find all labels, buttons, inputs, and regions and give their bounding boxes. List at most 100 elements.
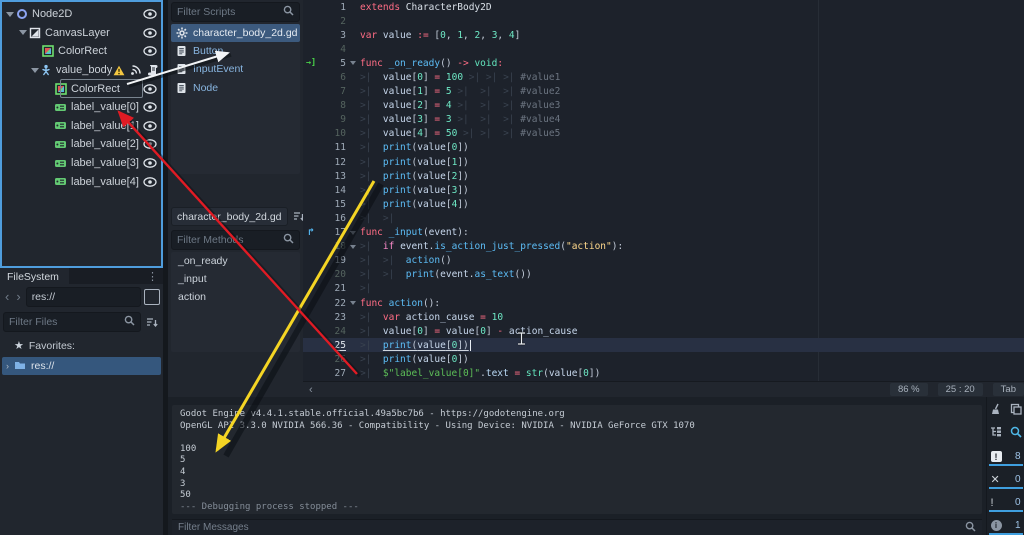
visibility-toggle[interactable] [141,9,159,20]
fold-arrow-icon[interactable] [346,301,360,306]
line-number[interactable]: 22 [319,298,346,309]
line-number[interactable]: 12 [319,157,346,168]
line-number[interactable]: 25 [319,340,346,351]
filesystem-root-item[interactable]: › res:// [2,357,161,375]
line-number[interactable]: 9 [319,114,346,125]
line-number[interactable]: 26 [319,354,346,365]
scene-node-value-body[interactable]: value_body [2,61,161,80]
search-output-icon[interactable] [1010,426,1022,441]
path-input[interactable]: res:// [25,287,141,307]
line-number[interactable]: 13 [319,171,346,182]
fold-arrow-icon[interactable] [346,230,360,235]
tab-filesystem[interactable]: FileSystem [0,268,69,284]
visibility-toggle[interactable] [141,158,159,168]
dock-menu-icon[interactable]: ⋮ [142,268,163,284]
filter-toggle-alert[interactable]: ! 8 [988,449,1023,466]
code-line-5[interactable]: →] 5 func _on_ready() -> void: [303,56,1024,70]
code-line-19[interactable]: 19 >| >| action() [303,254,1024,268]
filter-methods-input[interactable]: Filter Methods [171,230,300,250]
line-number[interactable]: 4 [319,44,346,55]
scene-node-canvaslayer[interactable]: CanvasLayer [2,24,161,43]
code-line-14[interactable]: 14 >| print(value[3]) [303,183,1024,197]
zoom-level[interactable]: 86 % [889,383,928,396]
code-line-17[interactable]: ↱ 17 func _input(event): [303,226,1024,240]
line-number[interactable]: 16 [319,213,346,224]
visibility-toggle[interactable] [162,65,163,75]
code-line-18[interactable]: 18 >| if event. is_action_just_pressed("ac… [303,240,1024,254]
code-line-27[interactable]: 27 >| $"label_value[0]". text = str(value[… [303,366,1024,380]
code-line-4[interactable]: 4 [303,42,1024,56]
line-number[interactable]: 2 [319,16,346,27]
line-number[interactable]: 18 [319,241,346,252]
filter-toggle-warning[interactable]: ! 0 [988,495,1023,512]
line-number[interactable]: 7 [319,86,346,97]
code-line-8[interactable]: 8 >| value[2] = 4 >| >| >| #value3 [303,99,1024,113]
line-number[interactable]: 21 [319,283,346,294]
line-number[interactable]: 11 [319,142,346,153]
script-item-character-body-2d-gd[interactable]: character_body_2d.gd [171,24,300,43]
line-number[interactable]: 15 [319,199,346,210]
connected-signal-icon[interactable]: →] [303,58,319,68]
scene-node-colorrect[interactable]: ColorRect [2,42,161,61]
line-number[interactable]: 10 [319,128,346,139]
code-line-16[interactable]: 16 >| >| [303,211,1024,225]
script-item-button[interactable]: Button [171,42,300,60]
script-editor[interactable]: 1 extends CharacterBody2D 2 3 var value := [… [303,0,1024,397]
code-line-22[interactable]: 22 func action (): [303,296,1024,310]
visibility-toggle[interactable] [141,28,159,38]
code-line-23[interactable]: 23 >| var action_cause = 10 [303,310,1024,324]
fold-arrow-icon[interactable] [346,244,360,249]
scene-node-label-value-2-[interactable]: label_value[2] [2,135,161,154]
visibility-toggle[interactable] [141,176,159,187]
code-line-10[interactable]: 10 >| value[4] = 50 >| >| >| #value5 [303,127,1024,141]
line-number[interactable]: 1 [319,2,346,13]
line-number[interactable]: 19 [319,255,346,266]
line-number[interactable]: 27 [319,368,346,379]
filter-toggle-info[interactable]: i1 [988,518,1023,535]
indent-type[interactable]: Tab [992,383,1024,396]
method-item-input[interactable]: _input [171,270,300,288]
cursor-position[interactable]: 25 : 20 [937,383,983,396]
line-number[interactable]: 23 [319,312,346,323]
expander-icon[interactable]: › [6,361,9,371]
line-number[interactable]: 3 [319,30,346,41]
script-item-node[interactable]: Node [171,79,300,97]
code-line-11[interactable]: 11 >| print(value[0]) [303,141,1024,155]
script-item-inputevent[interactable]: InputEvent [171,60,300,78]
line-number[interactable]: 17 [319,227,346,238]
visibility-toggle[interactable] [141,121,159,131]
code-line-25[interactable]: 25 >| print(value[0]) [303,338,1024,353]
sort-files-icon[interactable] [144,314,160,330]
scene-node-label-value-0-[interactable]: label_value[0] [2,98,161,117]
scene-node-label-value-4-[interactable]: label_value[4] [2,172,161,191]
clear-output-icon[interactable] [990,403,1002,418]
line-number[interactable]: 5 [319,58,346,69]
copy-output-icon[interactable] [1010,403,1022,418]
visibility-toggle[interactable] [141,139,159,150]
warning-icon[interactable] [112,64,125,77]
visibility-toggle[interactable] [141,102,159,113]
visibility-toggle[interactable] [141,83,159,94]
output-console[interactable]: Godot Engine v4.4.1.stable.official.49a5… [172,405,982,514]
filter-scripts-input[interactable]: Filter Scripts [171,2,300,22]
code-line-12[interactable]: 12 >| print(value[1]) [303,155,1024,169]
toggle-split-mode-icon[interactable] [144,289,160,305]
code-line-26[interactable]: 26 >| print(value[0]) [303,352,1024,366]
code-line-7[interactable]: 7 >| value[1] = 5 >| >| >| #value2 [303,85,1024,99]
override-icon[interactable]: ↱ [303,227,319,238]
code-line-20[interactable]: 20 >| >| print(event. as_text()) [303,268,1024,282]
nav-back-icon[interactable]: ‹ [3,290,11,303]
scene-node-colorrect[interactable]: ColorRect [2,79,161,98]
expand-arrow-icon[interactable] [31,67,39,73]
line-number[interactable]: 24 [319,326,346,337]
code-line-15[interactable]: 15 >| print(value[4]) [303,197,1024,211]
code-line-24[interactable]: 24 >| value[0] = value[0] - action_cause [303,324,1024,338]
code-line-6[interactable]: 6 >| value[0] = 100 >| >| >| #value1 [303,70,1024,84]
expand-arrow-icon[interactable] [5,11,15,17]
code-area[interactable]: 1 extends CharacterBody2D 2 3 var value := [… [303,0,1024,382]
filter-toggle-error[interactable]: ✕ 0 [988,472,1023,489]
code-line-2[interactable]: 2 [303,14,1024,28]
code-line-13[interactable]: 13 >| print(value[2]) [303,169,1024,183]
line-number[interactable]: 8 [319,100,346,111]
fold-arrow-icon[interactable] [346,61,360,66]
